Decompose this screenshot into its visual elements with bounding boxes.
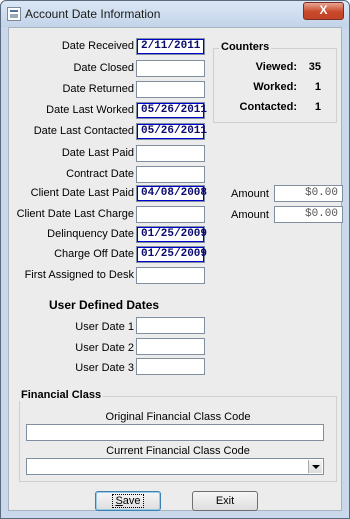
date-returned-label: Date Returned bbox=[62, 83, 134, 95]
date-closed-row: Date Closed bbox=[9, 60, 134, 77]
date-last-worked-row: Date Last Worked bbox=[9, 102, 134, 119]
date-last-worked-label: Date Last Worked bbox=[46, 104, 134, 116]
client-date-last-paid-field[interactable]: 04/08/2008 bbox=[136, 185, 207, 202]
first-assigned-row: First Assigned to Desk bbox=[9, 267, 134, 284]
date-last-contacted-field[interactable]: 05/26/2011 bbox=[136, 123, 207, 140]
user-date-2-row: User Date 2 bbox=[9, 340, 134, 357]
user-date-3-field[interactable] bbox=[136, 358, 205, 375]
amount-label-2: Amount bbox=[231, 209, 269, 221]
amount-row-2: Amount bbox=[231, 207, 271, 224]
user-date-3-label: User Date 3 bbox=[75, 362, 134, 374]
contract-date-row: Contract Date bbox=[9, 166, 134, 183]
title-bar[interactable]: Account Date Information X bbox=[1, 1, 349, 27]
exit-button[interactable]: Exit bbox=[192, 491, 258, 511]
delinquency-date-field[interactable]: 01/25/2009 bbox=[136, 226, 207, 243]
charge-off-date-field[interactable]: 01/25/2009 bbox=[136, 246, 207, 263]
financial-class-title: Financial Class bbox=[19, 389, 104, 401]
save-label-rest: ave bbox=[122, 495, 141, 507]
date-last-paid-label: Date Last Paid bbox=[61, 147, 134, 159]
close-button[interactable]: X bbox=[303, 2, 344, 20]
user-date-1-label: User Date 1 bbox=[75, 321, 134, 333]
first-assigned-field[interactable] bbox=[136, 267, 205, 284]
exit-label: Exit bbox=[215, 495, 235, 507]
contract-date-field[interactable] bbox=[136, 166, 205, 183]
charge-off-date-row: Charge Off Date bbox=[9, 246, 134, 263]
user-date-2-label: User Date 2 bbox=[75, 342, 134, 354]
client-date-last-paid-label: Client Date Last Paid bbox=[30, 187, 134, 199]
contacted-label: Contacted: bbox=[239, 101, 297, 113]
amount-field-1[interactable]: $0.00 bbox=[274, 185, 343, 202]
user-date-1-row: User Date 1 bbox=[9, 319, 134, 336]
account-date-window: Account Date Information X Date Received… bbox=[0, 0, 350, 519]
close-icon: X bbox=[319, 3, 328, 17]
save-label-mnemonic: S bbox=[115, 495, 123, 507]
dialog-body: Date Received 2/11/2011 Date Closed Date… bbox=[8, 27, 343, 511]
counters-title: Counters bbox=[219, 41, 272, 53]
current-financial-class-label: Current Financial Class Code bbox=[106, 445, 250, 457]
save-button-focus: Save bbox=[112, 494, 144, 508]
contract-date-label: Contract Date bbox=[66, 168, 134, 180]
contacted-value: 1 bbox=[314, 101, 321, 113]
date-last-paid-field[interactable] bbox=[136, 145, 205, 162]
date-received-row: Date Received bbox=[9, 38, 134, 55]
chevron-down-icon[interactable] bbox=[308, 460, 322, 473]
first-assigned-label: First Assigned to Desk bbox=[24, 269, 134, 281]
client-date-last-charge-row: Client Date Last Charge bbox=[9, 206, 134, 223]
date-last-contacted-label: Date Last Contacted bbox=[33, 125, 134, 137]
original-financial-class-field[interactable] bbox=[26, 424, 324, 441]
user-date-1-field[interactable] bbox=[136, 317, 205, 334]
date-returned-row: Date Returned bbox=[9, 81, 134, 98]
viewed-label: Viewed: bbox=[255, 61, 297, 73]
user-date-2-field[interactable] bbox=[136, 338, 205, 355]
current-financial-class-select[interactable] bbox=[26, 458, 324, 475]
user-dates-title: User Defined Dates bbox=[49, 298, 160, 312]
worked-value: 1 bbox=[314, 81, 321, 93]
date-closed-field[interactable] bbox=[136, 60, 205, 77]
date-closed-label: Date Closed bbox=[73, 62, 134, 74]
date-received-label: Date Received bbox=[61, 40, 134, 52]
app-icon bbox=[7, 7, 21, 21]
window-title: Account Date Information bbox=[25, 7, 161, 21]
viewed-value: 35 bbox=[308, 61, 321, 73]
client-date-last-paid-row: Client Date Last Paid bbox=[9, 185, 134, 202]
charge-off-date-label: Charge Off Date bbox=[54, 248, 134, 260]
date-last-worked-field[interactable]: 05/26/2011 bbox=[136, 102, 207, 119]
date-received-field[interactable]: 2/11/2011 bbox=[136, 38, 205, 55]
client-date-last-charge-label: Client Date Last Charge bbox=[16, 208, 134, 220]
amount-field-2[interactable]: $0.00 bbox=[274, 206, 343, 223]
client-date-last-charge-field[interactable] bbox=[136, 206, 205, 223]
date-last-contacted-row: Date Last Contacted bbox=[9, 123, 134, 140]
amount-label-1: Amount bbox=[231, 188, 269, 200]
delinquency-date-row: Delinquency Date bbox=[9, 226, 134, 243]
date-returned-field[interactable] bbox=[136, 81, 205, 98]
user-date-3-row: User Date 3 bbox=[9, 360, 134, 377]
original-financial-class-label: Original Financial Class Code bbox=[105, 411, 251, 423]
worked-label: Worked: bbox=[253, 81, 297, 93]
amount-row-1: Amount bbox=[231, 186, 271, 203]
delinquency-date-label: Delinquency Date bbox=[47, 228, 134, 240]
save-button[interactable]: Save bbox=[95, 491, 161, 511]
date-last-paid-row: Date Last Paid bbox=[9, 145, 134, 162]
